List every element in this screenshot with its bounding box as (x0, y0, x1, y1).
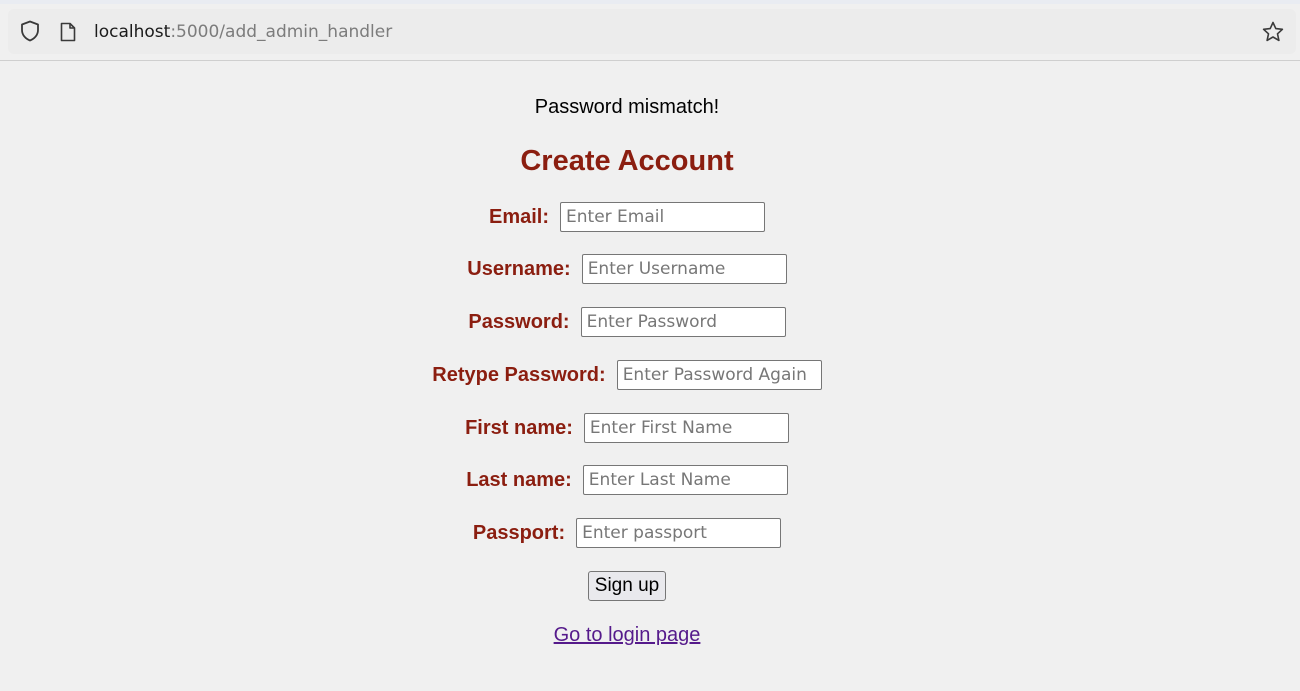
last-name-input[interactable] (582, 465, 788, 495)
retype-password-label: Retype Password: (432, 363, 606, 386)
email-input[interactable] (560, 202, 766, 232)
passport-label: Passport: (472, 521, 566, 544)
shield-icon[interactable] (20, 20, 40, 42)
first-name-label: First name: (465, 416, 573, 439)
first-name-row: First name: (0, 413, 1254, 443)
username-row: Username: (0, 254, 1254, 284)
email-label: Email: (488, 205, 550, 228)
address-bar[interactable]: localhost:5000/add_admin_handler (8, 9, 1296, 54)
password-input[interactable] (580, 307, 786, 337)
window-top-strip (0, 0, 1300, 4)
passport-row: Passport: (0, 518, 1254, 548)
passport-input[interactable] (576, 518, 782, 548)
password-row: Password: (0, 307, 1254, 337)
page-content: Password mismatch! Create Account Email:… (0, 61, 1300, 691)
password-label: Password: (468, 310, 570, 333)
first-name-input[interactable] (583, 413, 789, 443)
url-text[interactable]: localhost:5000/add_admin_handler (94, 21, 392, 43)
retype-password-input[interactable] (616, 360, 822, 390)
error-message: Password mismatch! (534, 96, 720, 118)
page-title: Create Account (520, 145, 734, 177)
login-page-link[interactable]: Go to login page (0, 623, 1254, 647)
page-icon (60, 22, 76, 42)
retype-password-row: Retype Password: (0, 360, 1254, 390)
username-label: Username: (467, 257, 571, 280)
username-input[interactable] (581, 254, 787, 284)
sign-up-button[interactable]: Sign up (587, 571, 667, 601)
last-name-label: Last name: (466, 468, 572, 491)
submit-wrap: Sign up (0, 571, 1254, 601)
url-host: localhost (94, 22, 171, 42)
last-name-row: Last name: (0, 465, 1254, 495)
email-row: Email: (0, 202, 1254, 232)
star-icon[interactable] (1261, 20, 1285, 44)
url-path: :5000/add_admin_handler (170, 22, 393, 42)
